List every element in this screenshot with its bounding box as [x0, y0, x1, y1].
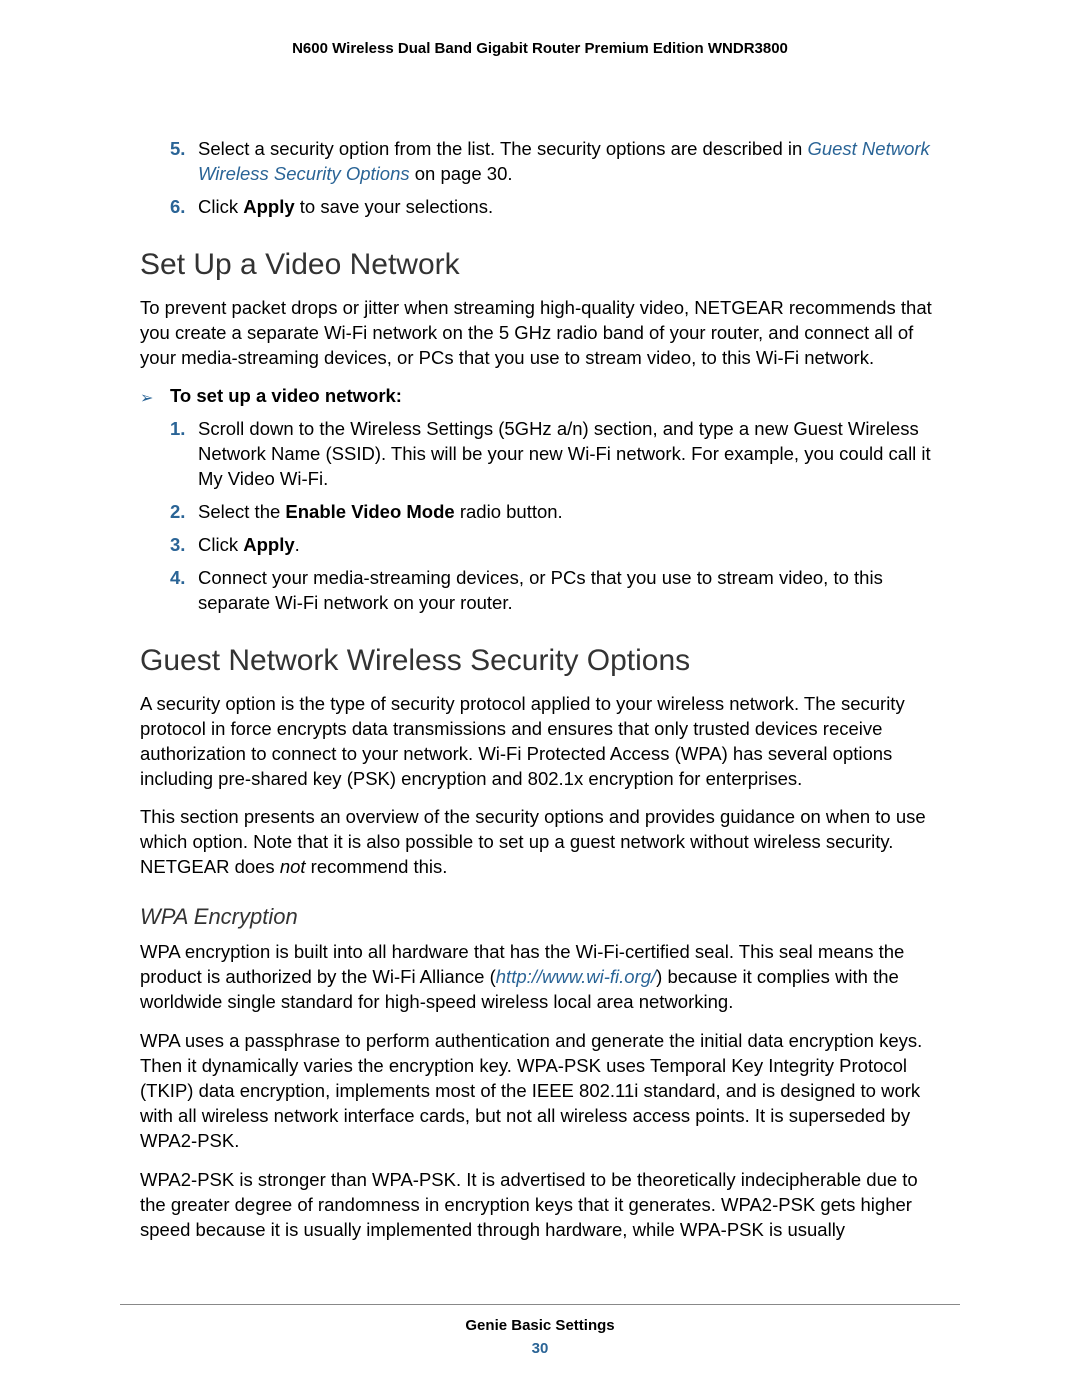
step-body: Select the Enable Video Mode radio butto…	[198, 500, 940, 525]
procedure-label: To set up a video network:	[170, 385, 402, 407]
procedure-title: ➢ To set up a video network:	[140, 385, 940, 407]
text: Select the	[198, 501, 285, 522]
heading-video-network: Set Up a Video Network	[140, 248, 940, 282]
paragraph: WPA2-PSK is stronger than WPA-PSK. It is…	[140, 1168, 940, 1243]
paragraph: A security option is the type of securit…	[140, 692, 940, 792]
list-item: 2. Select the Enable Video Mode radio bu…	[170, 500, 940, 525]
ui-label: Enable Video Mode	[285, 501, 454, 522]
ui-label: Apply	[243, 196, 294, 217]
document-page: N600 Wireless Dual Band Gigabit Router P…	[0, 0, 1080, 1397]
list-item: 3. Click Apply.	[170, 533, 940, 558]
text: to save your selections.	[295, 196, 493, 217]
emphasis: not	[280, 856, 306, 877]
text: radio button.	[455, 501, 563, 522]
footer-page-number: 30	[0, 1340, 1080, 1357]
text: This section presents an overview of the…	[140, 806, 926, 877]
text: Click	[198, 534, 243, 555]
step-body: Select a security option from the list. …	[198, 137, 940, 187]
page-footer: Genie Basic Settings 30	[0, 1317, 1080, 1357]
step-number: 1.	[170, 417, 198, 492]
paragraph: This section presents an overview of the…	[140, 805, 940, 880]
text: on page 30.	[410, 163, 513, 184]
procedure-steps: 1. Scroll down to the Wireless Settings …	[140, 417, 940, 616]
document-header: N600 Wireless Dual Band Gigabit Router P…	[140, 40, 940, 57]
paragraph: WPA encryption is built into all hardwar…	[140, 940, 940, 1015]
step-number: 3.	[170, 533, 198, 558]
step-body: Click Apply.	[198, 533, 940, 558]
external-link[interactable]: http://www.wi-fi.org/	[496, 966, 656, 987]
text: .	[295, 534, 300, 555]
list-item: 1. Scroll down to the Wireless Settings …	[170, 417, 940, 492]
arrow-icon: ➢	[140, 388, 170, 408]
list-item: 6. Click Apply to save your selections.	[170, 195, 940, 220]
continued-steps: 5. Select a security option from the lis…	[140, 137, 940, 220]
paragraph: WPA uses a passphrase to perform authent…	[140, 1029, 940, 1154]
footer-section-name: Genie Basic Settings	[0, 1317, 1080, 1334]
text: recommend this.	[306, 856, 448, 877]
paragraph: To prevent packet drops or jitter when s…	[140, 296, 940, 371]
list-item: 4. Connect your media-streaming devices,…	[170, 566, 940, 616]
step-body: Scroll down to the Wireless Settings (5G…	[198, 417, 940, 492]
step-number: 6.	[170, 195, 198, 220]
footer-divider	[120, 1304, 960, 1305]
heading-wpa-encryption: WPA Encryption	[140, 904, 940, 930]
text: Click	[198, 196, 243, 217]
step-number: 2.	[170, 500, 198, 525]
step-number: 5.	[170, 137, 198, 187]
ui-label: Apply	[243, 534, 294, 555]
text: Select a security option from the list. …	[198, 138, 807, 159]
step-body: Click Apply to save your selections.	[198, 195, 940, 220]
list-item: 5. Select a security option from the lis…	[170, 137, 940, 187]
heading-security-options: Guest Network Wireless Security Options	[140, 644, 940, 678]
step-body: Connect your media-streaming devices, or…	[198, 566, 940, 616]
step-number: 4.	[170, 566, 198, 616]
